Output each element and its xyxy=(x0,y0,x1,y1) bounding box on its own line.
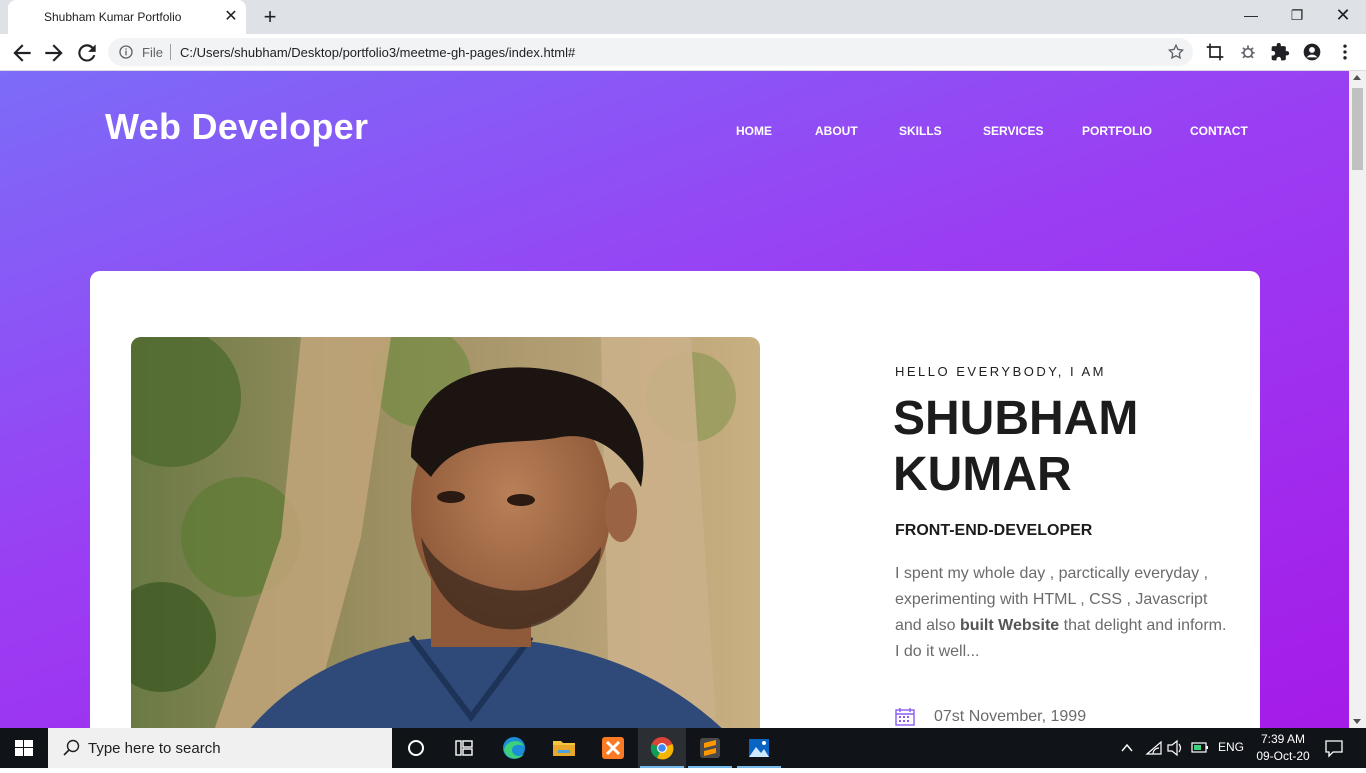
edge-icon[interactable] xyxy=(490,728,538,768)
forward-arrow-icon[interactable] xyxy=(41,40,67,66)
nav-contact[interactable]: CONTACT xyxy=(1190,124,1248,138)
taskbar-clock[interactable]: 7:39 AM 09-Oct-20 xyxy=(1248,731,1318,765)
window-close-button[interactable]: ✕ xyxy=(1320,0,1366,30)
screenshot-icon[interactable] xyxy=(1205,42,1225,62)
back-arrow-icon[interactable] xyxy=(9,40,35,66)
browser-tab[interactable]: Shubham Kumar Portfolio ✕ xyxy=(8,0,246,34)
info-icon[interactable] xyxy=(118,44,134,60)
photos-taskbar-button[interactable] xyxy=(735,728,783,768)
search-icon xyxy=(63,739,80,756)
hero-role: FRONT-END-DEVELOPER xyxy=(895,522,1093,539)
hero-greeting: HELLO EVERYBODY, I AM xyxy=(895,364,1106,379)
language-indicator[interactable]: ENG xyxy=(1218,740,1244,754)
taskbar-search-placeholder: Type here to search xyxy=(88,740,221,757)
photos-icon xyxy=(749,739,769,757)
scroll-up-arrow-icon[interactable] xyxy=(1353,75,1361,80)
browser-titlebar: Shubham Kumar Portfolio ✕ + — ❐ ✕ xyxy=(0,0,1366,34)
clock-time: 7:39 AM xyxy=(1260,732,1306,746)
hero-name-last: KUMAR xyxy=(893,448,1072,501)
volume-icon[interactable] xyxy=(1166,728,1184,768)
cortana-icon[interactable] xyxy=(392,728,440,768)
reload-icon[interactable] xyxy=(74,40,100,66)
profile-photo xyxy=(131,337,760,728)
puzzle-icon[interactable] xyxy=(1270,42,1290,62)
taskbar-search-box[interactable]: Type here to search xyxy=(48,728,392,768)
bio-text-bold: built Website xyxy=(959,617,1060,634)
address-bar[interactable]: File C:/Users/shubham/Desktop/portfolio3… xyxy=(108,38,1193,66)
windows-taskbar: Type here to search ENG 7:39 AM 09-Oct-2… xyxy=(0,728,1366,768)
site-brand[interactable]: Web Developer xyxy=(105,106,368,148)
nav-services[interactable]: SERVICES xyxy=(983,124,1043,138)
nav-portfolio[interactable]: PORTFOLIO xyxy=(1082,124,1152,138)
browser-toolbar: File C:/Users/shubham/Desktop/portfolio3… xyxy=(0,34,1366,71)
hero-name-first: SHUBHAM xyxy=(893,392,1139,445)
task-view-icon[interactable] xyxy=(440,728,488,768)
tab-title: Shubham Kumar Portfolio xyxy=(44,10,182,24)
star-icon[interactable] xyxy=(1167,43,1185,61)
nav-about[interactable]: ABOUT xyxy=(815,124,858,138)
new-tab-button[interactable]: + xyxy=(258,5,282,29)
clock-date: 09-Oct-20 xyxy=(1256,749,1310,763)
nav-skills[interactable]: SKILLS xyxy=(899,124,942,138)
file-explorer-icon[interactable] xyxy=(540,728,588,768)
windows-start-icon[interactable] xyxy=(0,728,48,768)
chrome-taskbar-button[interactable] xyxy=(638,728,686,768)
window-maximize-button[interactable]: ❐ xyxy=(1274,0,1320,30)
xampp-icon[interactable] xyxy=(589,728,637,768)
nav-home[interactable]: HOME xyxy=(736,124,772,138)
birth-date: 07st November, 1999 xyxy=(934,708,1087,725)
sublime-taskbar-button[interactable] xyxy=(686,728,734,768)
notification-icon[interactable] xyxy=(1322,728,1346,768)
hero-bio: I spent my whole day , parctically every… xyxy=(895,561,1235,665)
url-scheme-label: File xyxy=(142,45,163,60)
calendar-icon xyxy=(895,708,915,726)
hero-card: HELLO EVERYBODY, I AM SHUBHAM KUMAR FRON… xyxy=(90,271,1260,728)
extension-bug-icon[interactable] xyxy=(1238,42,1258,62)
chrome-icon xyxy=(650,737,674,760)
scroll-down-arrow-icon[interactable] xyxy=(1353,719,1361,724)
sublime-icon xyxy=(700,738,720,758)
account-icon[interactable] xyxy=(1302,42,1322,62)
page-viewport: Web Developer HOME ABOUT SKILLS SERVICES… xyxy=(0,71,1349,728)
tab-close-icon[interactable]: ✕ xyxy=(222,8,240,26)
scroll-thumb[interactable] xyxy=(1352,88,1363,170)
wifi-icon[interactable] xyxy=(1144,728,1164,768)
window-minimize-button[interactable]: — xyxy=(1228,0,1274,30)
battery-icon[interactable] xyxy=(1190,728,1210,768)
more-vert-icon[interactable] xyxy=(1335,42,1355,62)
page-scrollbar[interactable] xyxy=(1349,71,1366,728)
chevron-up-icon[interactable] xyxy=(1118,728,1136,768)
url-text[interactable]: C:/Users/shubham/Desktop/portfolio3/meet… xyxy=(180,45,575,60)
url-separator xyxy=(170,44,171,60)
